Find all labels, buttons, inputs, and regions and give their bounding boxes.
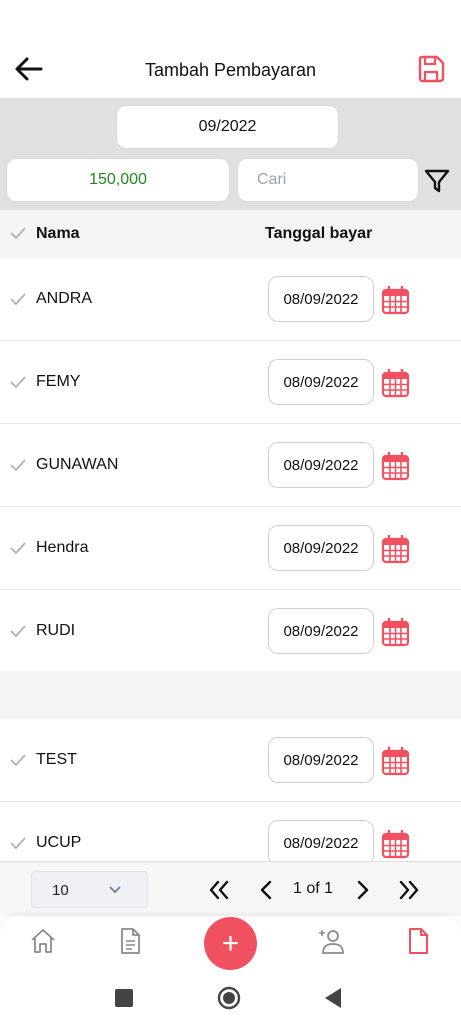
row-check-icon[interactable] <box>10 541 26 555</box>
calendar-icon[interactable] <box>381 617 410 647</box>
page-indicator: 1 of 1 <box>293 880 334 897</box>
calendar-icon[interactable] <box>381 534 410 564</box>
funnel-icon[interactable] <box>424 168 450 194</box>
next-page-icon[interactable] <box>352 879 374 901</box>
date-field[interactable]: 08/09/2022 <box>268 359 374 405</box>
add-button[interactable]: + <box>204 917 257 970</box>
document-list-icon[interactable] <box>116 927 144 955</box>
row-name: RUDI <box>36 622 76 639</box>
table-row: Hendra 08/09/2022 <box>0 507 461 590</box>
app-header: Tambah Pembayaran <box>0 40 461 98</box>
table-row: UCUP 08/09/2022 <box>0 802 461 861</box>
row-name: Hendra <box>36 539 89 556</box>
table-row: TEST 08/09/2022 <box>0 719 461 802</box>
page-title: Tambah Pembayaran <box>144 60 317 80</box>
calendar-icon[interactable] <box>381 285 410 315</box>
row-name: ANDRA <box>36 290 93 307</box>
table-row: GUNAWAN 08/09/2022 <box>0 424 461 507</box>
page-size-value: 10 <box>52 882 69 899</box>
first-page-icon[interactable] <box>208 879 230 901</box>
save-icon[interactable] <box>416 54 446 84</box>
date-field[interactable]: 08/09/2022 <box>268 525 374 571</box>
date-field[interactable]: 08/09/2022 <box>268 276 374 322</box>
row-check-icon[interactable] <box>10 753 26 767</box>
pagination-bar: 10 1 of 1 <box>0 861 461 916</box>
row-check-icon[interactable] <box>10 624 26 638</box>
calendar-icon[interactable] <box>381 368 410 398</box>
row-name: FEMY <box>36 373 81 390</box>
calendar-icon[interactable] <box>381 829 410 859</box>
row-check-icon[interactable] <box>10 375 26 389</box>
date-field[interactable]: 08/09/2022 <box>268 442 374 488</box>
document-icon[interactable] <box>404 927 432 955</box>
amount-field[interactable]: 150,000 <box>6 158 230 202</box>
date-field[interactable]: 08/09/2022 <box>268 608 374 654</box>
table-header: Nama Tanggal bayar <box>0 210 461 258</box>
column-header-date: Tanggal bayar <box>265 225 373 242</box>
calendar-icon[interactable] <box>381 746 410 776</box>
select-all-check-icon[interactable] <box>10 226 26 240</box>
table-row: FEMY 08/09/2022 <box>0 341 461 424</box>
chevron-down-icon <box>109 886 121 894</box>
filter-panel: 09/2022 150,000 Cari <box>0 98 461 210</box>
month-picker[interactable]: 09/2022 <box>116 105 339 149</box>
row-name: GUNAWAN <box>36 456 119 473</box>
system-nav-bar <box>0 971 461 1024</box>
row-check-icon[interactable] <box>10 458 26 472</box>
prev-page-icon[interactable] <box>255 879 277 901</box>
table-row: ANDRA 08/09/2022 <box>0 258 461 341</box>
column-header-name: Nama <box>36 225 80 242</box>
date-field[interactable]: 08/09/2022 <box>268 820 374 861</box>
row-check-icon[interactable] <box>10 836 26 850</box>
home-icon[interactable] <box>29 927 57 955</box>
row-name: TEST <box>36 751 77 768</box>
search-input[interactable]: Cari <box>237 158 419 202</box>
page-size-select[interactable]: 10 <box>31 871 148 908</box>
calendar-icon[interactable] <box>381 451 410 481</box>
row-check-icon[interactable] <box>10 292 26 306</box>
add-user-icon[interactable] <box>318 927 346 955</box>
table-row: RUDI 08/09/2022 <box>0 590 461 673</box>
date-field[interactable]: 08/09/2022 <box>268 737 374 783</box>
recent-apps-icon[interactable] <box>111 985 137 1011</box>
last-page-icon[interactable] <box>398 879 420 901</box>
back-button-icon[interactable] <box>321 985 347 1011</box>
row-name: UCUP <box>36 834 82 851</box>
row-group-divider <box>0 671 461 719</box>
home-button-icon[interactable] <box>216 985 242 1011</box>
